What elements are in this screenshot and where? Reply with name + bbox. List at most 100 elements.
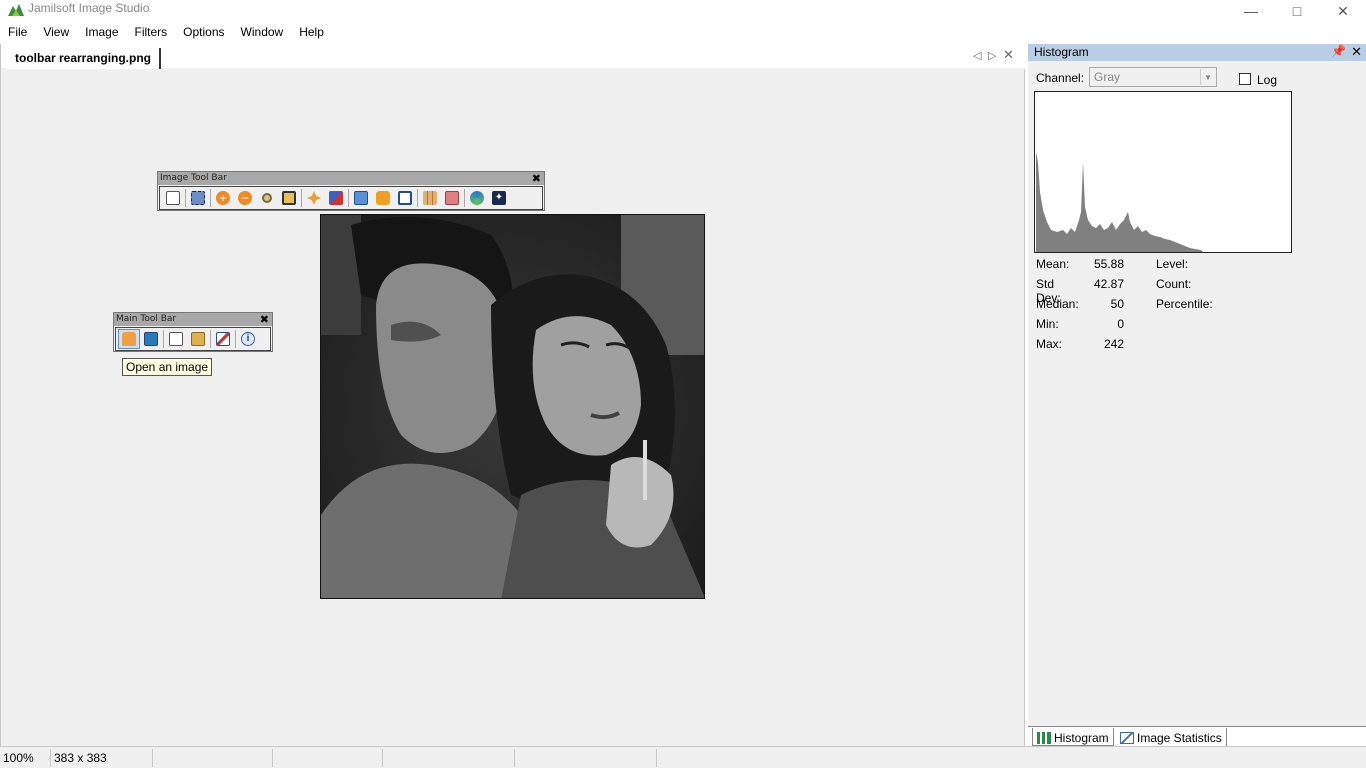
- min-label: Min:: [1036, 317, 1059, 331]
- move-icon[interactable]: [303, 188, 325, 208]
- channel-label: Channel:: [1036, 71, 1085, 85]
- status-cell-empty: [272, 749, 380, 767]
- status-cell-empty: [656, 749, 1362, 767]
- tab-image-statistics-label: Image Statistics: [1137, 731, 1222, 745]
- paste-icon[interactable]: [187, 329, 209, 349]
- percentile-label: Percentile:: [1156, 297, 1213, 311]
- image-icon[interactable]: [350, 188, 372, 208]
- info-icon[interactable]: i: [237, 329, 259, 349]
- status-cell-empty: [514, 749, 654, 767]
- status-cell-empty: [152, 749, 270, 767]
- close-icon[interactable]: ✖: [532, 172, 541, 185]
- status-bar: 100% 383 x 383: [0, 746, 1366, 768]
- histogram-graph: [1036, 152, 1203, 252]
- close-button[interactable]: ✕: [1320, 0, 1366, 22]
- color-icon[interactable]: [372, 188, 394, 208]
- channel-select[interactable]: Gray ▼: [1089, 67, 1217, 87]
- photo-image: [321, 215, 704, 598]
- median-label: Median:: [1036, 297, 1079, 311]
- histogram-bars: [1036, 152, 1203, 252]
- mean-value: 55.88: [1093, 257, 1124, 271]
- status-zoom: 100%: [3, 751, 34, 765]
- status-image-size: 383 x 383: [50, 749, 150, 767]
- chevron-down-icon: ▼: [1200, 69, 1215, 85]
- swap-icon[interactable]: [325, 188, 347, 208]
- copy-icon[interactable]: [162, 188, 184, 208]
- status-cell-empty: [382, 749, 512, 767]
- panel-title-bar: Histogram 📌 ✕: [1028, 44, 1366, 61]
- separator: [417, 189, 418, 207]
- separator: [348, 189, 349, 207]
- minimize-button[interactable]: —: [1228, 0, 1274, 22]
- separator: [301, 189, 302, 207]
- close-icon[interactable]: ✖: [260, 313, 269, 326]
- mean-label: Mean:: [1036, 257, 1070, 271]
- window-title: Jamilsoft Image Studio: [28, 1, 150, 15]
- log-label: Log: [1257, 73, 1278, 87]
- menu-filters[interactable]: Filters: [127, 22, 176, 44]
- log-checkbox[interactable]: [1239, 73, 1251, 85]
- menu-view[interactable]: View: [35, 22, 77, 44]
- menu-options[interactable]: Options: [175, 22, 232, 44]
- open-icon[interactable]: [118, 329, 140, 349]
- copy-icon[interactable]: [165, 329, 187, 349]
- tab-histogram-label: Histogram: [1054, 730, 1109, 745]
- max-label: Max:: [1036, 337, 1063, 351]
- circle-icon[interactable]: [466, 188, 488, 208]
- min-value: 0: [1117, 317, 1124, 331]
- frame-icon[interactable]: [394, 188, 416, 208]
- main-toolbar: i: [115, 327, 271, 351]
- histogram-icon: [1037, 731, 1051, 744]
- fit-icon[interactable]: [278, 188, 300, 208]
- zoom-icon[interactable]: [256, 188, 278, 208]
- max-value: 242: [1103, 337, 1124, 351]
- tab-next-icon[interactable]: ▷: [988, 49, 996, 62]
- save-icon[interactable]: [140, 329, 162, 349]
- zoom-out-icon[interactable]: –: [234, 188, 256, 208]
- document-tab[interactable]: toolbar rearranging.png: [7, 48, 162, 69]
- image-toolbar-title-bar[interactable]: Image Tool Bar ✖: [158, 172, 544, 185]
- menu-file[interactable]: File: [0, 22, 35, 44]
- count-label: Count:: [1156, 277, 1192, 291]
- menu-help[interactable]: Help: [291, 22, 332, 44]
- image-toolbar-window[interactable]: Image Tool Bar ✖ + – ✦: [157, 171, 545, 211]
- main-toolbar-window[interactable]: Main Tool Bar ✖ i: [113, 312, 273, 352]
- menu-image[interactable]: Image: [77, 22, 126, 44]
- tab-close-icon[interactable]: ✕: [1003, 47, 1014, 63]
- image-icon[interactable]: [212, 329, 234, 349]
- document-area: toolbar rearranging.png ◁ ▷ ✕ Image Tool…: [0, 44, 1025, 746]
- level-label: Level:: [1156, 257, 1189, 271]
- maximize-button[interactable]: □: [1274, 0, 1320, 22]
- separator: [235, 330, 236, 348]
- separator: [185, 189, 186, 207]
- histogram-panel: Histogram 📌 ✕ Channel: Gray ▼ Log Mean: …: [1028, 44, 1366, 746]
- histogram-chart[interactable]: [1034, 91, 1292, 253]
- select-icon[interactable]: [187, 188, 209, 208]
- tab-image-statistics[interactable]: Image Statistics: [1116, 728, 1227, 746]
- pin-icon[interactable]: 📌: [1331, 44, 1346, 58]
- median-value: 50: [1110, 297, 1124, 311]
- panel-tab-strip: Histogram Image Statistics: [1028, 726, 1366, 746]
- image-canvas[interactable]: [320, 214, 705, 599]
- tooltip: Open an image: [122, 358, 213, 376]
- chart-icon: [1120, 732, 1134, 744]
- title-bar: Jamilsoft Image Studio — □ ✕: [0, 0, 1366, 22]
- image-toolbar: + – ✦: [159, 186, 543, 210]
- image-toolbar-title: Image Tool Bar: [160, 173, 227, 183]
- channel-value: Gray: [1094, 70, 1121, 84]
- tab-histogram[interactable]: Histogram: [1032, 728, 1114, 746]
- main-toolbar-title-bar[interactable]: Main Tool Bar ✖: [114, 313, 272, 326]
- panel-title: Histogram: [1034, 45, 1089, 59]
- close-icon[interactable]: ✕: [1351, 44, 1362, 60]
- app-logo-icon: [8, 4, 24, 16]
- separator: [464, 189, 465, 207]
- sparkle-icon[interactable]: ✦: [488, 188, 510, 208]
- separator: [163, 330, 164, 348]
- zoom-in-icon[interactable]: +: [212, 188, 234, 208]
- tab-prev-icon[interactable]: ◁: [973, 49, 981, 62]
- menu-window[interactable]: Window: [233, 22, 292, 44]
- separator: [210, 189, 211, 207]
- grid-icon[interactable]: [419, 188, 441, 208]
- menu-bar: File View Image Filters Options Window H…: [0, 22, 1366, 44]
- blend-icon[interactable]: [441, 188, 463, 208]
